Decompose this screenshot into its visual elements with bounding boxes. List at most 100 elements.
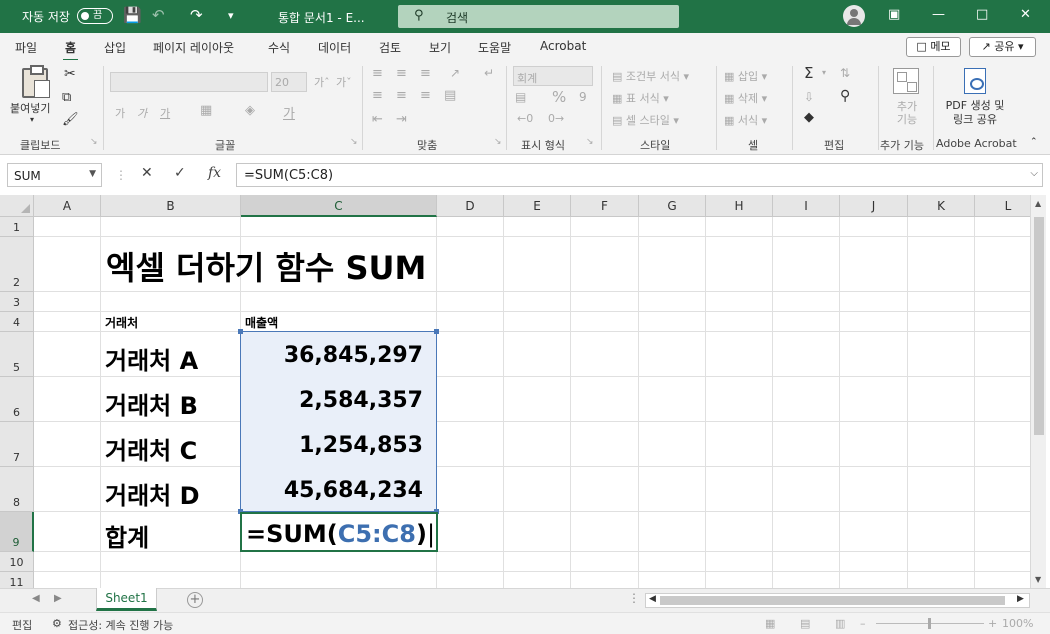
select-all-button[interactable] [0, 195, 34, 217]
cell-b6[interactable]: 거래처 B [105, 386, 198, 421]
cell-c7[interactable]: 1,254,853 [245, 433, 423, 458]
account-avatar[interactable] [843, 5, 865, 27]
copy-icon[interactable]: ⧉ [62, 90, 71, 105]
column-header-f[interactable]: F [571, 195, 639, 217]
paste-icon[interactable] [22, 65, 50, 98]
enter-icon[interactable]: ✓ [174, 165, 186, 181]
zoom-level[interactable]: 100% [1002, 617, 1033, 630]
font-name-box[interactable] [110, 72, 268, 92]
column-header-g[interactable]: G [639, 195, 706, 217]
scroll-up-icon[interactable]: ▲ [1035, 199, 1041, 208]
fill-icon[interactable]: ⇩ [804, 90, 814, 104]
row-header-1[interactable]: 1 [0, 217, 34, 237]
cell-b2-title[interactable]: 엑셀 더하기 함수 SUM [106, 243, 426, 289]
accessibility-icon[interactable]: ⚙ [52, 617, 62, 630]
cell-c6[interactable]: 2,584,357 [245, 388, 423, 413]
customize-qat-icon[interactable]: ▾ [228, 9, 234, 22]
paste-dropdown-icon[interactable]: ▾ [30, 115, 34, 124]
worksheet-grid[interactable]: A B C D E F G H I J K L 1 2 3 4 5 6 7 8 … [0, 195, 1030, 588]
autosum-icon[interactable]: Σ [804, 64, 813, 82]
addins-icon[interactable] [893, 68, 919, 94]
decrease-decimal-icon[interactable]: 0→ [548, 112, 564, 125]
underline-icon[interactable]: 가 [160, 105, 170, 121]
tab-home[interactable]: 홈 [62, 39, 79, 62]
cell-c5[interactable]: 36,845,297 [245, 343, 423, 368]
name-box[interactable]: SUM ▼ [7, 163, 102, 187]
tab-file[interactable]: 파일 [15, 39, 37, 56]
row-header-7[interactable]: 7 [0, 422, 34, 467]
pdf-icon[interactable] [964, 68, 986, 94]
font-size-box[interactable]: 20 [271, 72, 307, 92]
undo-icon[interactable]: ↶ [152, 6, 165, 24]
row-header-2[interactable]: 2 [0, 237, 34, 292]
format-as-table-button[interactable]: ▦ 표 서식 ▾ [612, 90, 669, 106]
decrease-indent-icon[interactable]: ⇤ [372, 112, 383, 127]
column-header-l[interactable]: L [975, 195, 1030, 217]
zoom-out-icon[interactable]: – [860, 617, 866, 630]
prev-sheet-icon[interactable]: ◀ [32, 593, 40, 604]
shrink-font-icon[interactable]: 가ˇ [336, 74, 352, 90]
align-center-icon[interactable]: ≡ [396, 88, 407, 103]
comma-style-icon[interactable]: 9 [579, 90, 587, 104]
save-icon[interactable]: 💾 [123, 6, 142, 24]
cell-b9-total[interactable]: 합계 [105, 518, 149, 553]
maximize-icon[interactable]: □ [976, 7, 988, 22]
find-select-icon[interactable]: ⚲ [840, 88, 850, 104]
minimize-icon[interactable]: — [932, 7, 945, 22]
normal-view-icon[interactable]: ▦ [765, 617, 775, 630]
ribbon-display-icon[interactable]: ▣ [888, 7, 900, 22]
bottom-align-icon[interactable]: ≡ [420, 66, 431, 81]
delete-cells-button[interactable]: ▦ 삭제 ▾ [724, 90, 767, 106]
range-handle[interactable] [434, 329, 439, 334]
accessibility-status[interactable]: 접근성: 계속 진행 가능 [68, 617, 173, 633]
page-break-view-icon[interactable]: ▥ [835, 617, 845, 630]
tab-formulas[interactable]: 수식 [268, 39, 290, 56]
insert-function-icon[interactable]: fx [208, 165, 221, 181]
column-header-h[interactable]: H [706, 195, 773, 217]
row-header-8[interactable]: 8 [0, 467, 34, 512]
number-launcher-icon[interactable]: ↘ [586, 137, 594, 147]
clipboard-launcher-icon[interactable]: ↘ [90, 137, 98, 147]
share-button[interactable]: ↗ 공유 ▾ [969, 37, 1036, 57]
tab-insert[interactable]: 삽입 [104, 39, 126, 56]
italic-icon[interactable]: 가 [137, 105, 147, 121]
horizontal-scrollbar[interactable]: ◀ ▶ [645, 593, 1030, 608]
format-painter-icon[interactable]: 🖌 [62, 112, 79, 127]
percent-icon[interactable]: % [552, 88, 566, 106]
conditional-format-button[interactable]: ▤ 조건부 서식 ▾ [612, 68, 689, 84]
tab-review[interactable]: 검토 [379, 39, 401, 56]
increase-indent-icon[interactable]: ⇥ [396, 112, 407, 127]
close-icon[interactable]: ✕ [1020, 7, 1031, 22]
name-box-dropdown-icon[interactable]: ▼ [89, 169, 96, 179]
font-launcher-icon[interactable]: ↘ [350, 137, 358, 147]
align-left-icon[interactable]: ≡ [372, 88, 383, 103]
cell-c9-formula[interactable]: =SUM(C5:C8)| [246, 520, 435, 548]
addins-button-label[interactable]: 추가 기능 [894, 100, 920, 126]
tab-split-grip-icon[interactable]: ⋮ [628, 591, 640, 605]
zoom-slider-handle[interactable] [928, 618, 931, 629]
collapse-ribbon-icon[interactable]: ⌃ [1030, 137, 1038, 147]
sort-filter-icon[interactable]: ⇅ [840, 66, 850, 80]
paste-button-label[interactable]: 붙여넣기 [10, 100, 50, 116]
range-handle[interactable] [238, 329, 243, 334]
cell-b5[interactable]: 거래처 A [105, 341, 198, 376]
cancel-icon[interactable]: ✕ [141, 165, 153, 181]
fill-color-icon[interactable]: ◈ [245, 103, 255, 118]
redo-icon[interactable]: ↷ [190, 6, 203, 24]
autosave-toggle[interactable]: 끔 [77, 8, 113, 24]
cell-styles-button[interactable]: ▤ 셀 스타일 ▾ [612, 112, 679, 128]
bold-icon[interactable]: 가 [115, 105, 125, 121]
column-header-b[interactable]: B [101, 195, 241, 217]
expand-formula-icon[interactable]: ⌵ [1030, 168, 1038, 179]
cell-c8[interactable]: 45,684,234 [245, 478, 423, 503]
cut-icon[interactable]: ✂ [64, 66, 76, 82]
tab-page-layout[interactable]: 페이지 레이아웃 [153, 39, 234, 56]
scroll-right-icon[interactable]: ▶ [1017, 594, 1024, 604]
row-header-4[interactable]: 4 [0, 312, 34, 332]
orientation-icon[interactable]: ↗ [450, 66, 460, 80]
tab-view[interactable]: 보기 [429, 39, 451, 56]
column-header-e[interactable]: E [504, 195, 571, 217]
grow-font-icon[interactable]: 가ˆ [314, 74, 330, 90]
horizontal-scroll-thumb[interactable] [660, 596, 1005, 605]
font-color-icon[interactable]: 가 [283, 103, 295, 122]
